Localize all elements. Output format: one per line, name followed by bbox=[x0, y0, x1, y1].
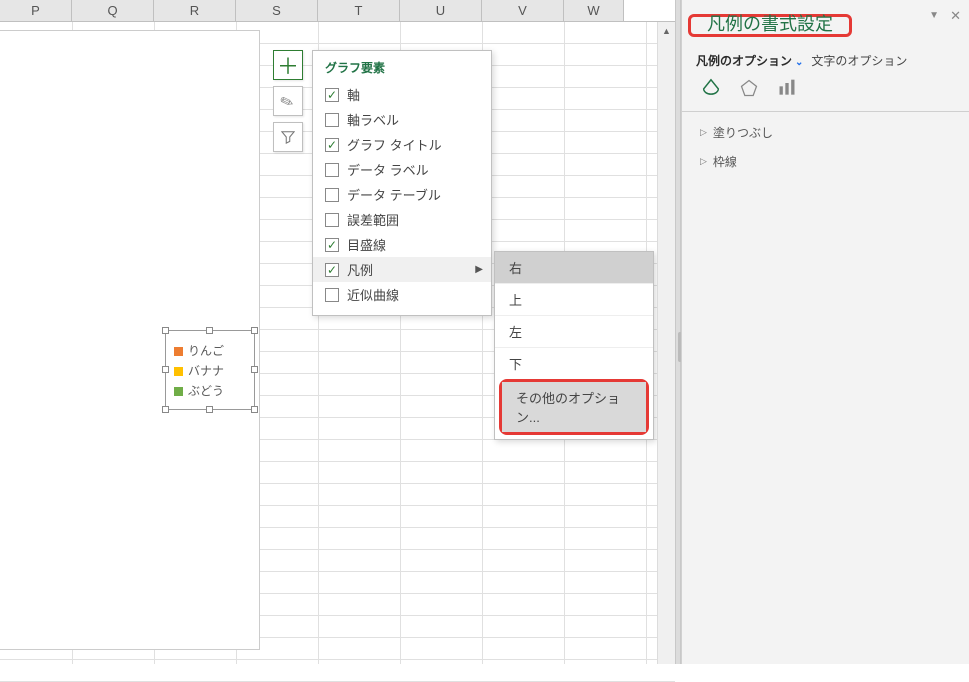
flyout-item-legend[interactable]: 凡例▶ bbox=[313, 257, 491, 282]
legend-entry[interactable]: ぶどう bbox=[174, 381, 246, 401]
flyout-item-axis[interactable]: 軸 bbox=[313, 82, 491, 107]
resize-handle[interactable] bbox=[251, 406, 258, 413]
submenu-item-more-options[interactable]: その他のオプション... bbox=[502, 382, 646, 432]
flyout-item-error-bars[interactable]: 誤差範囲 bbox=[313, 207, 491, 232]
effects-category-icon[interactable] bbox=[738, 77, 760, 99]
col-header[interactable]: P bbox=[0, 0, 72, 21]
pane-title: 凡例の書式設定 bbox=[695, 4, 845, 40]
scroll-up-icon[interactable]: ▲ bbox=[658, 22, 675, 40]
chart-styles-button[interactable] bbox=[273, 86, 303, 116]
checkbox-icon[interactable] bbox=[325, 113, 339, 127]
fill-line-category-icon[interactable] bbox=[700, 77, 722, 99]
checkbox-icon[interactable] bbox=[325, 213, 339, 227]
chart-elements-button[interactable]: ＋ bbox=[273, 50, 303, 80]
resize-handle[interactable] bbox=[206, 406, 213, 413]
legend-position-submenu: 右 上 左 下 その他のオプション... bbox=[494, 251, 654, 440]
flyout-item-data-label[interactable]: データ ラベル bbox=[313, 157, 491, 182]
flyout-item-chart-title[interactable]: グラフ タイトル bbox=[313, 132, 491, 157]
legend-swatch-icon bbox=[174, 367, 183, 376]
resize-handle[interactable] bbox=[206, 327, 213, 334]
col-header[interactable]: Q bbox=[72, 0, 154, 21]
submenu-item-left[interactable]: 左 bbox=[495, 315, 653, 347]
checkbox-icon[interactable] bbox=[325, 263, 339, 277]
resize-handle[interactable] bbox=[162, 327, 169, 334]
chart-filter-button[interactable] bbox=[273, 122, 303, 152]
checkbox-icon[interactable] bbox=[325, 288, 339, 302]
worksheet-grid[interactable]: P Q R S T U V W 4月 bbox=[0, 0, 675, 664]
col-header[interactable]: S bbox=[236, 0, 318, 21]
pane-tab-text-options[interactable]: 文字のオプション bbox=[811, 52, 907, 69]
triangle-right-icon: ▷ bbox=[700, 156, 707, 167]
chevron-down-icon: ⌄ bbox=[795, 57, 803, 68]
accordion-border[interactable]: ▷枠線 bbox=[682, 147, 969, 176]
checkbox-icon[interactable] bbox=[325, 188, 339, 202]
close-pane-icon[interactable]: ✕ bbox=[950, 8, 961, 24]
submenu-item-top[interactable]: 上 bbox=[495, 283, 653, 315]
paintbrush-icon bbox=[278, 89, 297, 112]
pane-tabs: 凡例のオプション⌄ 文字のオプション bbox=[682, 44, 969, 77]
legend-label: バナナ bbox=[188, 361, 224, 381]
pane-options-dropdown-icon[interactable]: ▼ bbox=[929, 10, 939, 21]
legend-swatch-icon bbox=[174, 387, 183, 396]
vertical-scrollbar[interactable]: ▲ bbox=[657, 22, 675, 664]
flyout-title: グラフ要素 bbox=[313, 57, 491, 82]
col-header[interactable]: T bbox=[318, 0, 400, 21]
col-header[interactable]: W bbox=[564, 0, 624, 21]
checkbox-icon[interactable] bbox=[325, 138, 339, 152]
format-legend-pane: ▼ ✕ 凡例の書式設定 凡例のオプション⌄ 文字のオプション ▷塗りつぶし ▷枠… bbox=[681, 0, 969, 664]
resize-handle[interactable] bbox=[162, 406, 169, 413]
legend-entry[interactable]: バナナ bbox=[174, 361, 246, 381]
flyout-item-trendline[interactable]: 近似曲線 bbox=[313, 282, 491, 307]
legend-swatch-icon bbox=[174, 347, 183, 356]
chart-elements-flyout: グラフ要素 軸 軸ラベル グラフ タイトル データ ラベル データ テーブル 誤… bbox=[312, 50, 492, 316]
resize-handle[interactable] bbox=[162, 366, 169, 373]
checkbox-icon[interactable] bbox=[325, 238, 339, 252]
legend-label: りんご bbox=[188, 341, 224, 361]
funnel-icon bbox=[281, 130, 295, 144]
flyout-item-gridlines[interactable]: 目盛線 bbox=[313, 232, 491, 257]
submenu-arrow-icon: ▶ bbox=[475, 264, 483, 275]
pane-category-icons bbox=[682, 77, 969, 111]
legend-label: ぶどう bbox=[188, 381, 224, 401]
checkbox-icon[interactable] bbox=[325, 163, 339, 177]
checkbox-icon[interactable] bbox=[325, 88, 339, 102]
chart-legend-selected[interactable]: りんご バナナ ぶどう bbox=[165, 330, 255, 410]
size-properties-category-icon[interactable] bbox=[776, 77, 798, 99]
pane-tab-legend-options[interactable]: 凡例のオプション⌄ bbox=[696, 52, 803, 69]
col-header[interactable]: R bbox=[154, 0, 236, 21]
accordion-fill[interactable]: ▷塗りつぶし bbox=[682, 118, 969, 147]
column-headers: P Q R S T U V W bbox=[0, 0, 675, 22]
col-header[interactable]: U bbox=[400, 0, 482, 21]
chart-fab-column: ＋ bbox=[273, 50, 303, 152]
resize-handle[interactable] bbox=[251, 327, 258, 334]
flyout-item-data-table[interactable]: データ テーブル bbox=[313, 182, 491, 207]
submenu-item-right[interactable]: 右 bbox=[495, 252, 653, 283]
resize-handle[interactable] bbox=[251, 366, 258, 373]
plus-icon: ＋ bbox=[277, 49, 299, 81]
triangle-right-icon: ▷ bbox=[700, 127, 707, 138]
col-header[interactable]: V bbox=[482, 0, 564, 21]
legend-entry[interactable]: りんご bbox=[174, 341, 246, 361]
flyout-item-axis-label[interactable]: 軸ラベル bbox=[313, 107, 491, 132]
submenu-item-bottom[interactable]: 下 bbox=[495, 347, 653, 379]
